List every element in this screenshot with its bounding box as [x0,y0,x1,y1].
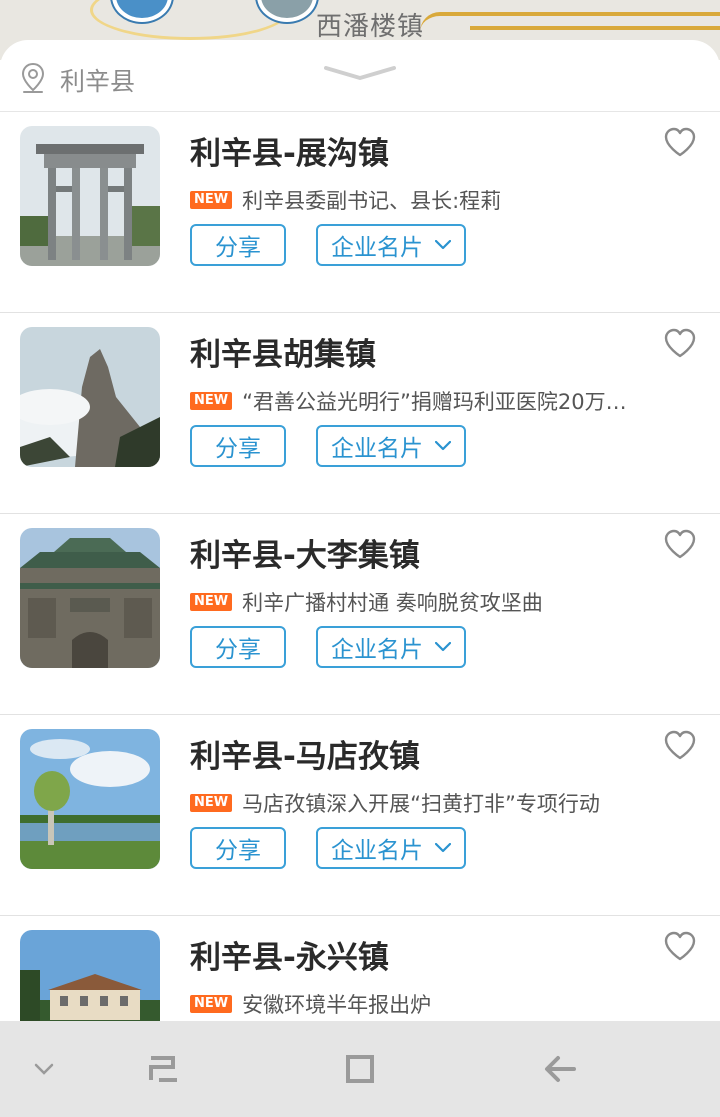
news-headline: 安徽环境半年报出炉 [242,993,432,1017]
share-button[interactable]: 分享 [190,224,286,266]
favorite-heart-icon[interactable] [663,930,697,962]
nav-back-button[interactable] [540,1051,580,1087]
town-title[interactable]: 利辛县-展沟镇 [190,128,389,173]
town-thumbnail[interactable] [20,327,160,467]
business-card-dropdown[interactable]: 企业名片 [316,626,466,668]
new-badge: NEW [190,794,233,812]
nav-home-button[interactable] [340,1051,380,1087]
share-label: 分享 [215,436,261,462]
business-card-label: 企业名片 [331,235,423,261]
news-headline: 马店孜镇深入开展“扫黄打非”专项行动 [242,792,600,816]
town-news[interactable]: NEW 安徽环境半年报出炉 [190,989,630,1019]
town-title[interactable]: 利辛县-马店孜镇 [190,731,420,776]
share-button[interactable]: 分享 [190,827,286,869]
town-thumbnail[interactable] [20,528,160,668]
back-arrow-icon [545,1056,576,1082]
share-label: 分享 [215,838,261,864]
town-title[interactable]: 利辛县-大李集镇 [190,530,420,575]
chevron-down-icon [435,642,451,652]
share-button[interactable]: 分享 [190,425,286,467]
nav-recent-button[interactable] [144,1051,184,1087]
business-card-label: 企业名片 [331,436,423,462]
business-card-dropdown[interactable]: 企业名片 [316,224,466,266]
news-headline: “君善公益光明行”捐赠玛利亚医院20万… [242,390,627,414]
town-news[interactable]: NEW 马店孜镇深入开展“扫黄打非”专项行动 [190,788,630,818]
town-news[interactable]: NEW 利辛广播村村通 奏响脱贫攻坚曲 [190,587,630,617]
town-news[interactable]: NEW “君善公益光明行”捐赠玛利亚医院20万… [190,386,630,416]
new-badge: NEW [190,593,233,611]
town-thumbnail[interactable] [20,126,160,266]
chevron-down-icon [34,1063,54,1075]
town-list: 利辛县-展沟镇 NEW 利辛县委副书记、县长:程莉 分享 企业名片 利辛县胡集镇 NEW “君… [0,112,720,1021]
recent-apps-icon [149,1056,177,1082]
new-badge: NEW [190,392,233,410]
share-button[interactable]: 分享 [190,626,286,668]
current-location: 利辛县 [60,67,136,96]
town-thumbnail[interactable] [20,729,160,869]
location-pin-icon [21,62,45,93]
business-card-dropdown[interactable]: 企业名片 [316,425,466,467]
town-list-item[interactable]: 利辛县-大李集镇 NEW 利辛广播村村通 奏响脱贫攻坚曲分享 企业名片 [0,514,720,715]
favorite-heart-icon[interactable] [663,327,697,359]
town-list-item[interactable]: 利辛县-展沟镇 NEW 利辛县委副书记、县长:程莉分享 企业名片 [0,112,720,313]
town-list-item[interactable]: 利辛县-马店孜镇 NEW 马店孜镇深入开展“扫黄打非”专项行动分享 企业名片 [0,715,720,916]
share-label: 分享 [215,637,261,663]
town-title[interactable]: 利辛县胡集镇 [190,329,376,374]
town-list-sheet: 利辛县 利辛县-展沟镇 NEW 利辛县委副书记、县长:程莉 分享 企业名片 利辛县胡集镇 N… [0,40,720,1021]
new-badge: NEW [190,191,233,209]
business-card-label: 企业名片 [331,838,423,864]
collapse-chevron-icon[interactable] [324,64,396,84]
map-town-label: 西潘楼镇 [316,12,425,42]
favorite-heart-icon[interactable] [663,126,697,158]
town-list-item[interactable]: 利辛县-永兴镇NEW安徽环境半年报出炉分享企业名片 [0,916,720,1021]
business-card-dropdown[interactable]: 企业名片 [316,827,466,869]
chevron-down-icon [435,843,451,853]
map-road [470,26,720,30]
nav-hide-button[interactable] [24,1051,64,1087]
town-title[interactable]: 利辛县-永兴镇 [190,932,389,977]
favorite-heart-icon[interactable] [663,729,697,761]
favorite-heart-icon[interactable] [663,528,697,560]
system-nav-bar [0,1021,720,1117]
sheet-header: 利辛县 [0,40,720,112]
home-square-icon [346,1055,374,1083]
chevron-down-icon [435,441,451,451]
news-headline: 利辛广播村村通 奏响脱贫攻坚曲 [242,591,543,615]
new-badge: NEW [190,995,233,1013]
town-thumbnail[interactable] [20,930,160,1021]
town-list-item[interactable]: 利辛县胡集镇 NEW “君善公益光明行”捐赠玛利亚医院20万… 分享 企业名片 [0,313,720,514]
chevron-down-icon [435,240,451,250]
business-card-label: 企业名片 [331,637,423,663]
news-headline: 利辛县委副书记、县长:程莉 [242,189,502,213]
share-label: 分享 [215,235,261,261]
town-news[interactable]: NEW 利辛县委副书记、县长:程莉 [190,185,630,215]
